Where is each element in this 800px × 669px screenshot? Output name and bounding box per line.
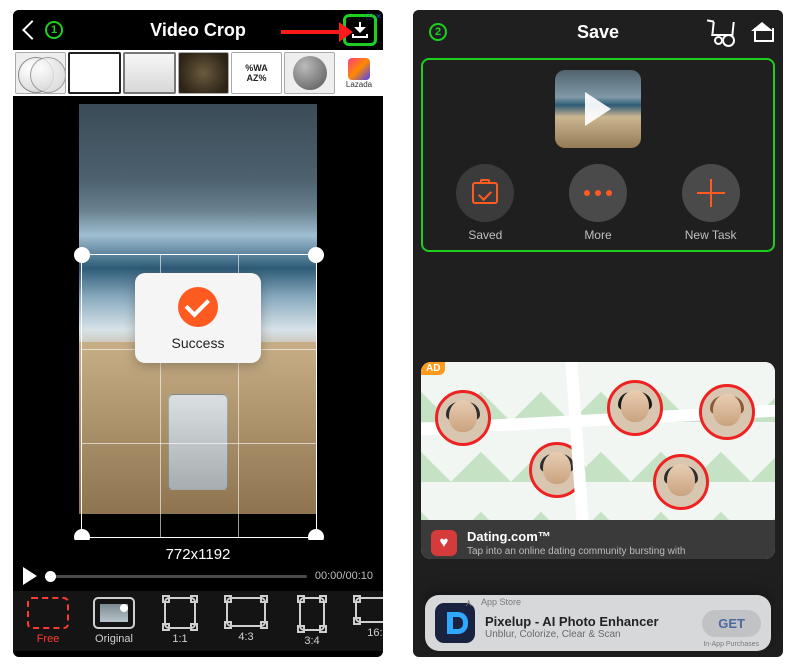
crop-handle-bl[interactable] (74, 529, 90, 540)
ad-info-close-icon[interactable]: ⓘ ✕ (365, 11, 382, 22)
success-label: Success (172, 335, 225, 351)
ratio-3-4[interactable]: 3:4 (281, 597, 343, 647)
get-button[interactable]: GET (702, 610, 761, 637)
ad-thumb[interactable] (284, 52, 335, 94)
ad-thumb[interactable] (178, 52, 229, 94)
ratio-16-9[interactable]: 16:9 (347, 597, 383, 647)
more-icon (584, 190, 612, 196)
ratio-4-3[interactable]: 4:3 (215, 597, 277, 647)
navbar: 2 Save (413, 10, 783, 54)
ad-title: Dating.com™ (467, 529, 551, 544)
step-badge-2: 2 (429, 23, 447, 41)
ratio-1-1[interactable]: 1:1 (149, 597, 211, 647)
ad-thumb[interactable] (15, 52, 66, 94)
ratio-original[interactable]: Original (83, 597, 145, 647)
back-icon[interactable] (22, 20, 42, 40)
saved-icon (472, 182, 498, 204)
ratio-free[interactable]: Free (17, 597, 79, 647)
avatar-pin (653, 454, 709, 510)
save-result-panel: Saved More New Task (421, 58, 775, 252)
app-icon (435, 603, 475, 643)
lazada-icon (348, 58, 370, 80)
ad-app-row[interactable]: ♥ Dating.com™ Tap into an online dating … (421, 520, 775, 559)
sheet-title: Pixelup - AI Photo Enhancer (485, 614, 692, 629)
heart-icon: ♥ (431, 530, 457, 556)
checkmark-icon (178, 287, 218, 327)
success-toast: Success (135, 273, 261, 363)
home-icon[interactable] (751, 22, 773, 42)
ad-card[interactable]: AD ♥ Dating.com™ Tap into an online dati… (421, 362, 775, 559)
time-display: 00:00/00:10 (315, 570, 373, 582)
avatar-pin (699, 384, 755, 440)
aspect-ratio-bar: Free Original 1:1 4:3 3:4 16:9 (13, 591, 383, 651)
play-icon[interactable] (23, 567, 37, 585)
cart-icon[interactable] (711, 22, 733, 42)
iap-label: In-App Purchases (703, 641, 759, 648)
screen-save: 2 Save Saved More New Task AD (413, 10, 783, 657)
video-preview[interactable]: Success (13, 96, 383, 540)
ad-thumb[interactable] (123, 52, 176, 94)
screen-video-crop: 1 Video Crop %WAAZ% ⓘ ✕ Lazada (13, 10, 383, 657)
ad-subtitle: Tap into an online dating community burs… (467, 546, 685, 557)
store-label: App Store (481, 597, 521, 607)
ad-thumb[interactable]: %WAAZ% (231, 52, 282, 94)
avatar-pin (529, 442, 585, 498)
sheet-subtitle: Unblur, Colorize, Clear & Scan (485, 629, 692, 640)
step-badge-1: 1 (45, 21, 63, 39)
download-icon (352, 22, 368, 38)
crop-handle-tl[interactable] (74, 247, 90, 263)
app-store-sheet[interactable]: ⋏ App Store Pixelup - AI Photo Enhancer … (425, 595, 771, 651)
crop-handle-br[interactable] (308, 529, 324, 540)
ad-illustration (421, 362, 775, 520)
play-overlay-icon (585, 92, 611, 126)
ad-sponsor[interactable]: ⓘ ✕ Lazada (337, 52, 381, 94)
appstore-glyph-icon: ⋏ (465, 598, 472, 609)
video-thumbnail[interactable] (555, 70, 641, 148)
avatar-pin (435, 390, 491, 446)
playback-controls: 00:00/00:10 (13, 567, 383, 591)
action-more[interactable]: More (569, 164, 627, 242)
ad-badge: AD (421, 362, 445, 375)
ad-sponsor-label: Lazada (346, 80, 372, 89)
ad-thumb[interactable] (68, 52, 121, 94)
ad-banner-strip[interactable]: %WAAZ% ⓘ ✕ Lazada (13, 50, 383, 96)
avatar-pin (607, 380, 663, 436)
action-saved[interactable]: Saved (456, 164, 514, 242)
crop-handle-tr[interactable] (308, 247, 324, 263)
seek-slider[interactable] (45, 575, 307, 578)
annotation-arrow (281, 30, 341, 34)
plus-icon (697, 179, 725, 207)
crop-dimensions: 772x1192 (13, 540, 383, 567)
action-new-task[interactable]: New Task (682, 164, 740, 242)
